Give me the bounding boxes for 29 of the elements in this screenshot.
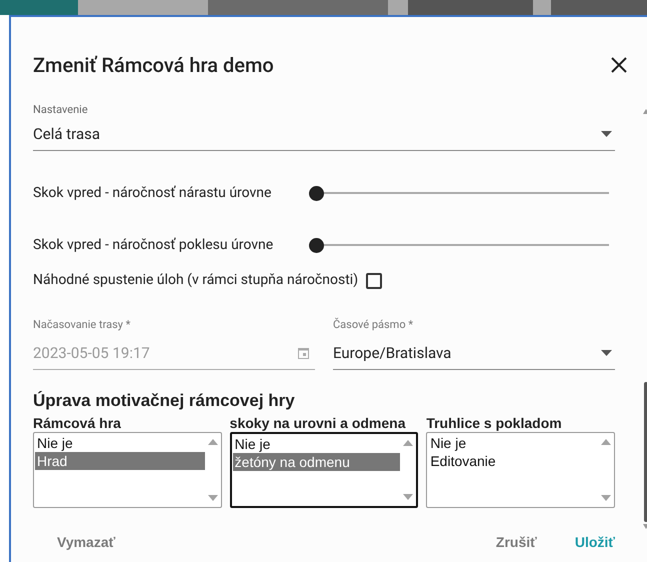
list-box[interactable]: Nie je Editovanie <box>426 432 615 508</box>
dialog-title: Zmeniť Rámcová hra demo <box>33 52 274 79</box>
timezone-select[interactable]: Časové pásmo * Europe/Bratislava <box>333 317 615 370</box>
list-option[interactable]: Nie je <box>232 435 400 453</box>
list-box[interactable]: Nie je Hrad <box>33 432 222 508</box>
checkbox[interactable] <box>366 272 382 288</box>
list-box[interactable]: Nie je žetóny na odmenu <box>230 432 418 508</box>
slider-thumb[interactable] <box>309 238 324 252</box>
dropdown-caret-icon[interactable] <box>601 350 612 356</box>
list-option[interactable]: Hrad <box>35 452 205 470</box>
slider[interactable] <box>309 238 609 252</box>
checkbox-label: Náhodné spustenie úloh (v rámci stupňa náročnosti) <box>33 271 358 290</box>
dropdown-caret-icon[interactable] <box>601 130 612 137</box>
section-title: Úprava motivačnej rámcovej hry <box>33 390 296 412</box>
list-label: skoky na urovni a odmena <box>230 414 407 432</box>
list-option[interactable]: žetóny na odmenu <box>232 453 400 471</box>
list-option[interactable]: Nie je <box>35 434 205 452</box>
setting-select[interactable]: Nastavenie Celá trasa <box>33 102 615 151</box>
list-option[interactable]: Editovanie <box>428 452 598 470</box>
dialog-button[interactable]: Vymazať <box>49 528 124 557</box>
slider-thumb[interactable] <box>309 186 324 200</box>
slider-label: Skok vpred - náročnosť nárastu úrovne <box>33 184 272 202</box>
close-icon[interactable] <box>611 57 627 73</box>
list-label: Truhlice s pokladom <box>426 414 563 432</box>
dialog-button[interactable]: Zrušiť <box>488 528 545 557</box>
list-label: Rámcová hra <box>33 414 122 432</box>
slider[interactable] <box>309 186 609 200</box>
slider-label: Skok vpred - náročnosť poklesu úrovne <box>33 236 274 254</box>
list-option[interactable]: Nie je <box>428 434 598 452</box>
